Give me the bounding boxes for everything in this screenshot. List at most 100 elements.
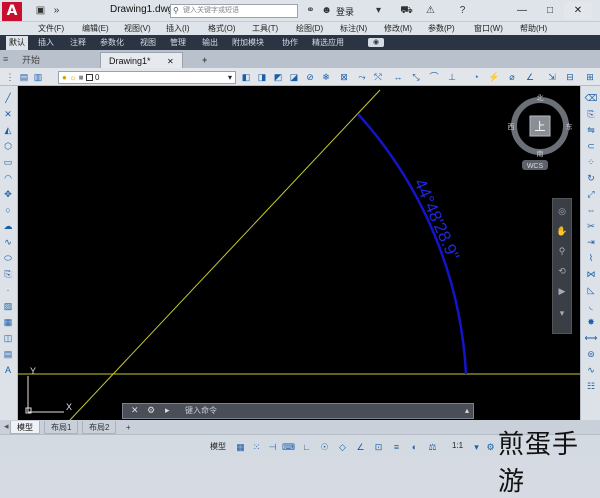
grid-icon[interactable]: ▦ bbox=[234, 441, 247, 453]
cart-icon[interactable]: ⛟ bbox=[400, 4, 413, 17]
rotate-icon[interactable]: ↻ bbox=[584, 172, 598, 184]
ortho-icon[interactable]: ∟ bbox=[300, 441, 313, 453]
menu-view[interactable]: 视图(V) bbox=[124, 23, 151, 34]
mtext-icon[interactable]: A bbox=[1, 364, 15, 376]
spline-icon[interactable]: ∿ bbox=[1, 236, 15, 248]
isodraft-icon[interactable]: ◇ bbox=[336, 441, 349, 453]
chevron-down-icon[interactable]: ▾ bbox=[470, 441, 483, 453]
add-layout-button[interactable]: + bbox=[120, 421, 137, 434]
stretch-icon[interactable]: ⇔ bbox=[584, 204, 598, 216]
erase-icon[interactable]: ⌫ bbox=[584, 92, 598, 104]
break-icon[interactable]: ⌇ bbox=[584, 252, 598, 264]
menu-tools[interactable]: 工具(T) bbox=[252, 23, 278, 34]
layer-isolate-icon[interactable]: ◪ bbox=[288, 71, 300, 83]
transparency-icon[interactable]: ◐ bbox=[408, 441, 421, 453]
menu-window[interactable]: 窗口(W) bbox=[474, 23, 503, 34]
tab-insert[interactable]: 插入 bbox=[38, 37, 54, 48]
menu-help[interactable]: 帮助(H) bbox=[520, 23, 547, 34]
layer-dropdown[interactable]: ● ☼ ■ 0 ▾ bbox=[58, 71, 236, 84]
tab-featured-apps[interactable]: 精选应用 bbox=[312, 37, 344, 48]
tab-start[interactable]: 开始 bbox=[14, 52, 48, 68]
arc-icon[interactable]: ◠ bbox=[1, 172, 15, 184]
construction-line-icon[interactable]: ✕ bbox=[1, 108, 15, 120]
dim-ordinate-icon[interactable]: ⊥ bbox=[446, 71, 458, 83]
menu-modify[interactable]: 修改(M) bbox=[384, 23, 412, 34]
login-button[interactable]: 登录 bbox=[336, 5, 354, 18]
chamfer-icon[interactable]: ◺ bbox=[584, 284, 598, 296]
maximize-icon[interactable]: □ bbox=[536, 2, 564, 19]
tab-drawing1[interactable]: Drawing1* ✕ bbox=[100, 52, 183, 68]
object-snap-tracking-icon[interactable]: ∠ bbox=[354, 441, 367, 453]
chevron-down-icon[interactable]: ▾ bbox=[372, 4, 385, 17]
zoom-icon[interactable]: ⚲ bbox=[555, 245, 569, 257]
quick-dim-icon[interactable]: ⇲ bbox=[546, 71, 558, 83]
tab-annotate[interactable]: 注释 bbox=[70, 37, 86, 48]
tab-collaborate[interactable]: 协作 bbox=[282, 37, 298, 48]
dim-diameter-icon[interactable]: ⌀ bbox=[506, 71, 518, 83]
tab-layout1[interactable]: 布局1 bbox=[44, 421, 79, 434]
object-snap-icon[interactable]: ⊡ bbox=[372, 441, 385, 453]
dim-aligned-icon[interactable]: ⤡ bbox=[410, 71, 422, 83]
copy-icon[interactable]: ⎘ bbox=[584, 108, 598, 120]
dim-radius-icon[interactable]: ◔ bbox=[470, 71, 482, 83]
dim-arc-icon[interactable]: ⌒ bbox=[428, 71, 440, 83]
scale-dropdown[interactable]: 1:1 bbox=[452, 441, 463, 450]
properties-icon[interactable]: ☷ bbox=[584, 380, 598, 392]
model-space-button[interactable]: 模型 bbox=[210, 441, 226, 452]
more-icon[interactable]: » bbox=[50, 4, 63, 17]
dim-jogged-icon[interactable]: ⚡ bbox=[488, 71, 500, 83]
offset-icon[interactable]: ⊂ bbox=[584, 140, 598, 152]
layer-previous-icon[interactable]: ◩ bbox=[272, 71, 284, 83]
region-icon[interactable]: ◫ bbox=[1, 332, 15, 344]
menu-edit[interactable]: 编辑(E) bbox=[82, 23, 109, 34]
help-icon[interactable]: ? bbox=[456, 4, 469, 17]
polygon-icon[interactable]: ⬡ bbox=[1, 140, 15, 152]
close-tab-icon[interactable]: ✕ bbox=[167, 57, 174, 66]
fillet-icon[interactable]: ◟ bbox=[584, 300, 598, 312]
array-icon[interactable]: ⁘ bbox=[584, 156, 598, 168]
showmotion-icon[interactable]: ▶ bbox=[555, 285, 569, 297]
settings-icon[interactable]: ⚙ bbox=[484, 441, 497, 453]
align-icon[interactable]: ⊜ bbox=[584, 348, 598, 360]
search-input[interactable]: ⚲ 键入关键字或短语 bbox=[170, 4, 298, 18]
menu-draw[interactable]: 绘图(D) bbox=[296, 23, 323, 34]
layer-state-icon[interactable]: ▥ bbox=[32, 71, 44, 83]
wrench-icon[interactable]: ⚙ bbox=[147, 405, 155, 416]
tab-manage[interactable]: 管理 bbox=[170, 37, 186, 48]
make-current-icon[interactable]: ◧ bbox=[240, 71, 252, 83]
tab-model[interactable]: 模型 bbox=[10, 421, 40, 434]
close-icon[interactable]: ✕ bbox=[564, 2, 592, 19]
dim-angular-icon[interactable]: ∠ bbox=[524, 71, 536, 83]
tab-addins[interactable]: 附加模块 bbox=[232, 37, 264, 48]
ribbon-toggle-icon[interactable]: ◉ bbox=[368, 38, 384, 47]
infer-constraints-icon[interactable]: ⊣ bbox=[266, 441, 279, 453]
polyline-icon[interactable]: ◭ bbox=[1, 124, 15, 136]
rectangle-icon[interactable]: ▭ bbox=[1, 156, 15, 168]
user-icon[interactable]: ☻ bbox=[320, 4, 333, 17]
minimize-icon[interactable]: — bbox=[508, 2, 536, 19]
gradient-icon[interactable]: ▦ bbox=[1, 316, 15, 328]
mirror-icon[interactable]: ⇋ bbox=[584, 124, 598, 136]
line-icon[interactable]: ╱ bbox=[1, 92, 15, 104]
tab-parametric[interactable]: 参数化 bbox=[100, 37, 124, 48]
layout-nav-icon[interactable]: ◂ bbox=[4, 421, 9, 432]
table-icon[interactable]: ▤ bbox=[1, 348, 15, 360]
lineweight-icon[interactable]: ≡ bbox=[390, 441, 403, 453]
menu-file[interactable]: 文件(F) bbox=[38, 23, 64, 34]
scale-icon[interactable]: ⤢ bbox=[584, 188, 598, 200]
annotation-scale-icon[interactable]: ⚖ bbox=[426, 441, 439, 453]
binoculars-icon[interactable]: ⚭ bbox=[304, 4, 317, 17]
drawing-canvas[interactable]: 44°48'28.9" Y X 上 北 南 西 东 WCS ◎ ✋ ⚲ ⟲ ▶ … bbox=[18, 86, 580, 420]
match-layer-icon[interactable]: ◨ bbox=[256, 71, 268, 83]
history-up-icon[interactable]: ▴ bbox=[465, 406, 469, 415]
layer-merge-icon[interactable]: ⤲ bbox=[372, 71, 384, 83]
tab-layout2[interactable]: 布局2 bbox=[82, 421, 117, 434]
pan-icon[interactable]: ✋ bbox=[555, 225, 569, 237]
lengthen-icon[interactable]: ⟷ bbox=[584, 332, 598, 344]
tab-view[interactable]: 视图 bbox=[140, 37, 156, 48]
hatch-icon[interactable]: ▨ bbox=[1, 300, 15, 312]
menu-format[interactable]: 格式(O) bbox=[208, 23, 236, 34]
close-icon[interactable]: ✕ bbox=[131, 405, 139, 416]
continue-dim-icon[interactable]: ⊞ bbox=[584, 71, 596, 83]
layer-lock-icon[interactable]: ⊠ bbox=[338, 71, 350, 83]
